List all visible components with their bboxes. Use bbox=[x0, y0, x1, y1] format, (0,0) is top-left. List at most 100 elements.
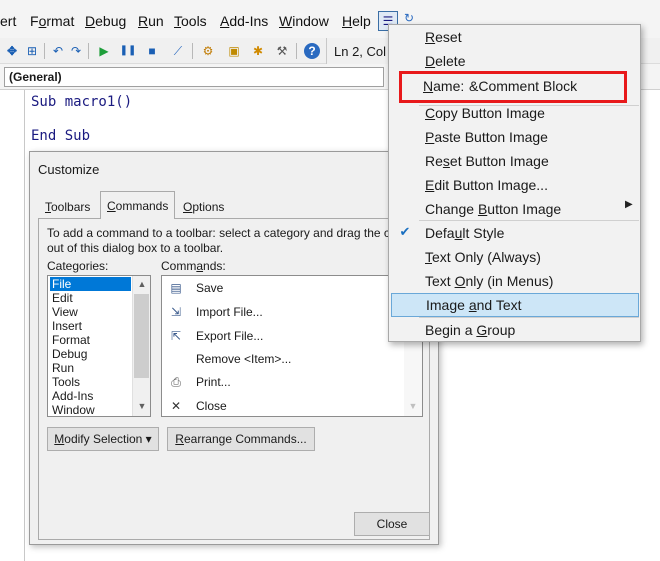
menu-item-reset-button-image[interactable]: Reset Button Image bbox=[391, 149, 639, 173]
object-browser-icon[interactable]: ✱ bbox=[250, 43, 266, 59]
category-item[interactable]: Insert bbox=[50, 319, 131, 333]
close-button[interactable]: Close bbox=[354, 512, 430, 536]
category-item[interactable]: Add-Ins bbox=[50, 389, 131, 403]
category-item[interactable]: Debug bbox=[50, 347, 131, 361]
code-line: Sub macro1() bbox=[31, 94, 133, 110]
menu-tools[interactable]: Tools bbox=[174, 13, 207, 29]
menu-item-copy-button-image[interactable]: Copy Button Image bbox=[391, 101, 639, 125]
run-icon[interactable]: ▶ bbox=[96, 43, 112, 59]
menu-debug[interactable]: Debug bbox=[85, 13, 126, 29]
category-item[interactable]: Edit bbox=[50, 291, 131, 305]
menu-format-label: Format bbox=[30, 13, 75, 29]
menu-item-text-only-always[interactable]: Text Only (Always) bbox=[391, 245, 639, 269]
command-item-print[interactable]: ⎙ Print... bbox=[164, 372, 402, 392]
break-icon[interactable]: ❚❚ bbox=[120, 43, 137, 59]
menu-item-change-button-image[interactable]: Change Button Image bbox=[391, 197, 639, 221]
command-label: Print... bbox=[196, 375, 231, 389]
close-icon: ✕ bbox=[170, 399, 182, 413]
rearrange-commands-button[interactable]: Rearrange Commands... bbox=[167, 427, 315, 451]
modify-selection-button[interactable]: Modify Selection ▾ bbox=[47, 427, 159, 451]
menu-window[interactable]: Window bbox=[279, 13, 329, 29]
category-item[interactable]: Tools bbox=[50, 375, 131, 389]
commands-panel: To add a command to a toolbar: select a … bbox=[38, 218, 430, 540]
command-label: Import File... bbox=[196, 305, 263, 319]
name-field[interactable]: &Comment Block bbox=[469, 78, 577, 94]
tab-commands-label: Commands bbox=[107, 199, 169, 213]
code-margin bbox=[24, 90, 25, 561]
toolbar-divider bbox=[88, 43, 89, 59]
save-icon: ▤ bbox=[170, 281, 182, 295]
scroll-down-icon[interactable]: ▼ bbox=[133, 398, 151, 414]
command-label: Close bbox=[196, 399, 227, 413]
redo-icon[interactable]: ↷ bbox=[68, 43, 84, 59]
menu-item-text-only-menus[interactable]: Text Only (in Menus) bbox=[391, 269, 639, 293]
instruction-line: To add a command to a toolbar: select a … bbox=[47, 226, 407, 240]
command-item-remove[interactable]: Remove <Item>... bbox=[164, 349, 402, 369]
export-file-icon: ⇱ bbox=[170, 329, 182, 343]
instruction-line: out of this dialog box to a toolbar. bbox=[47, 241, 224, 255]
code-line: End Sub bbox=[31, 128, 91, 144]
object-combo[interactable]: (General) bbox=[4, 67, 384, 87]
commands-list[interactable]: ▤ Save ⇲ Import File... ⇱ Export File...… bbox=[161, 275, 423, 417]
command-label: Remove <Item>... bbox=[196, 352, 292, 366]
reset-icon[interactable]: ■ bbox=[144, 43, 160, 59]
tab-commands[interactable]: Commands bbox=[100, 191, 176, 219]
menu-help-label: Help bbox=[342, 13, 371, 29]
menu-run[interactable]: Run bbox=[138, 13, 164, 29]
commands-label: Commands: bbox=[161, 259, 226, 273]
scroll-up-icon[interactable]: ▲ bbox=[133, 276, 151, 292]
command-item-import[interactable]: ⇲ Import File... bbox=[164, 302, 402, 322]
name-label: Name: bbox=[423, 78, 465, 94]
customize-dialog: Customize Toolbars Commands Options To a… bbox=[29, 151, 439, 545]
toolbar-divider bbox=[192, 43, 193, 59]
menu-item-reset[interactable]: Reset bbox=[391, 25, 639, 49]
import-file-icon: ⇲ bbox=[170, 305, 182, 319]
menu-insert[interactable]: ert bbox=[0, 13, 16, 29]
menu-item-paste-button-image[interactable]: Paste Button Image bbox=[391, 125, 639, 149]
category-item[interactable]: Window bbox=[50, 403, 131, 417]
command-label: Export File... bbox=[196, 329, 264, 343]
command-item-close[interactable]: ✕ Close bbox=[164, 396, 402, 416]
toolbar-divider bbox=[296, 43, 297, 59]
menu-help[interactable]: Help bbox=[342, 13, 371, 29]
properties-window-icon[interactable]: ▣ bbox=[226, 43, 242, 59]
menu-item-begin-group[interactable]: Begin a Group bbox=[391, 318, 639, 342]
categories-list[interactable]: File Edit View Insert Format Debug Run T… bbox=[47, 275, 151, 417]
move-icon[interactable]: ✥ bbox=[4, 43, 20, 59]
categories-scrollbar[interactable]: ▲ ▼ bbox=[132, 276, 150, 416]
menu-item-delete[interactable]: Delete bbox=[391, 49, 639, 73]
context-menu: Reset Delete Name: &Comment Block Copy B… bbox=[388, 24, 641, 342]
help-icon[interactable]: ? bbox=[304, 43, 320, 59]
menu-add-ins[interactable]: Add-Ins bbox=[220, 13, 268, 29]
category-item[interactable]: View bbox=[50, 305, 131, 319]
menu-debug-label: Debug bbox=[85, 13, 127, 29]
tab-toolbars-label: Toolbars bbox=[45, 200, 91, 214]
undo-icon[interactable]: ↶ bbox=[50, 43, 66, 59]
design-mode-icon[interactable]: ⟋ bbox=[170, 43, 186, 59]
scroll-down-icon[interactable]: ▼ bbox=[404, 398, 422, 414]
command-item-save[interactable]: ▤ Save bbox=[164, 278, 402, 298]
menu-window-label: Window bbox=[279, 13, 329, 29]
menu-run-label: Run bbox=[138, 13, 164, 29]
categories-label: Categories: bbox=[47, 259, 109, 273]
tab-toolbars[interactable]: Toolbars bbox=[38, 194, 97, 218]
dialog-title: Customize bbox=[38, 162, 100, 177]
menu-tools-label: Tools bbox=[174, 13, 207, 29]
tab-options[interactable]: Options bbox=[176, 194, 231, 218]
scroll-thumb[interactable] bbox=[134, 294, 149, 378]
menu-item-default-style[interactable]: Default Style bbox=[391, 221, 639, 245]
menu-item-edit-button-image[interactable]: Edit Button Image... bbox=[391, 173, 639, 197]
toolbox-icon[interactable]: ⚒ bbox=[274, 43, 290, 59]
cursor-position: Ln 2, Col bbox=[326, 38, 395, 64]
category-item[interactable]: Run bbox=[50, 361, 131, 375]
menu-item-image-and-text[interactable]: Image and Text bbox=[391, 293, 639, 317]
command-item-export[interactable]: ⇱ Export File... bbox=[164, 326, 402, 346]
uncomment-block-icon[interactable]: ↻ bbox=[404, 11, 414, 25]
instruction-text: To add a command to a toolbar: select a … bbox=[47, 226, 427, 256]
project-explorer-icon[interactable]: ⚙ bbox=[200, 43, 216, 59]
clear-all-icon[interactable]: ⊞ bbox=[24, 43, 40, 59]
menu-format[interactable]: Format bbox=[30, 13, 74, 29]
category-item[interactable]: File bbox=[50, 277, 131, 291]
submenu-arrow-icon: ▶ bbox=[625, 199, 633, 210]
category-item[interactable]: Format bbox=[50, 333, 131, 347]
